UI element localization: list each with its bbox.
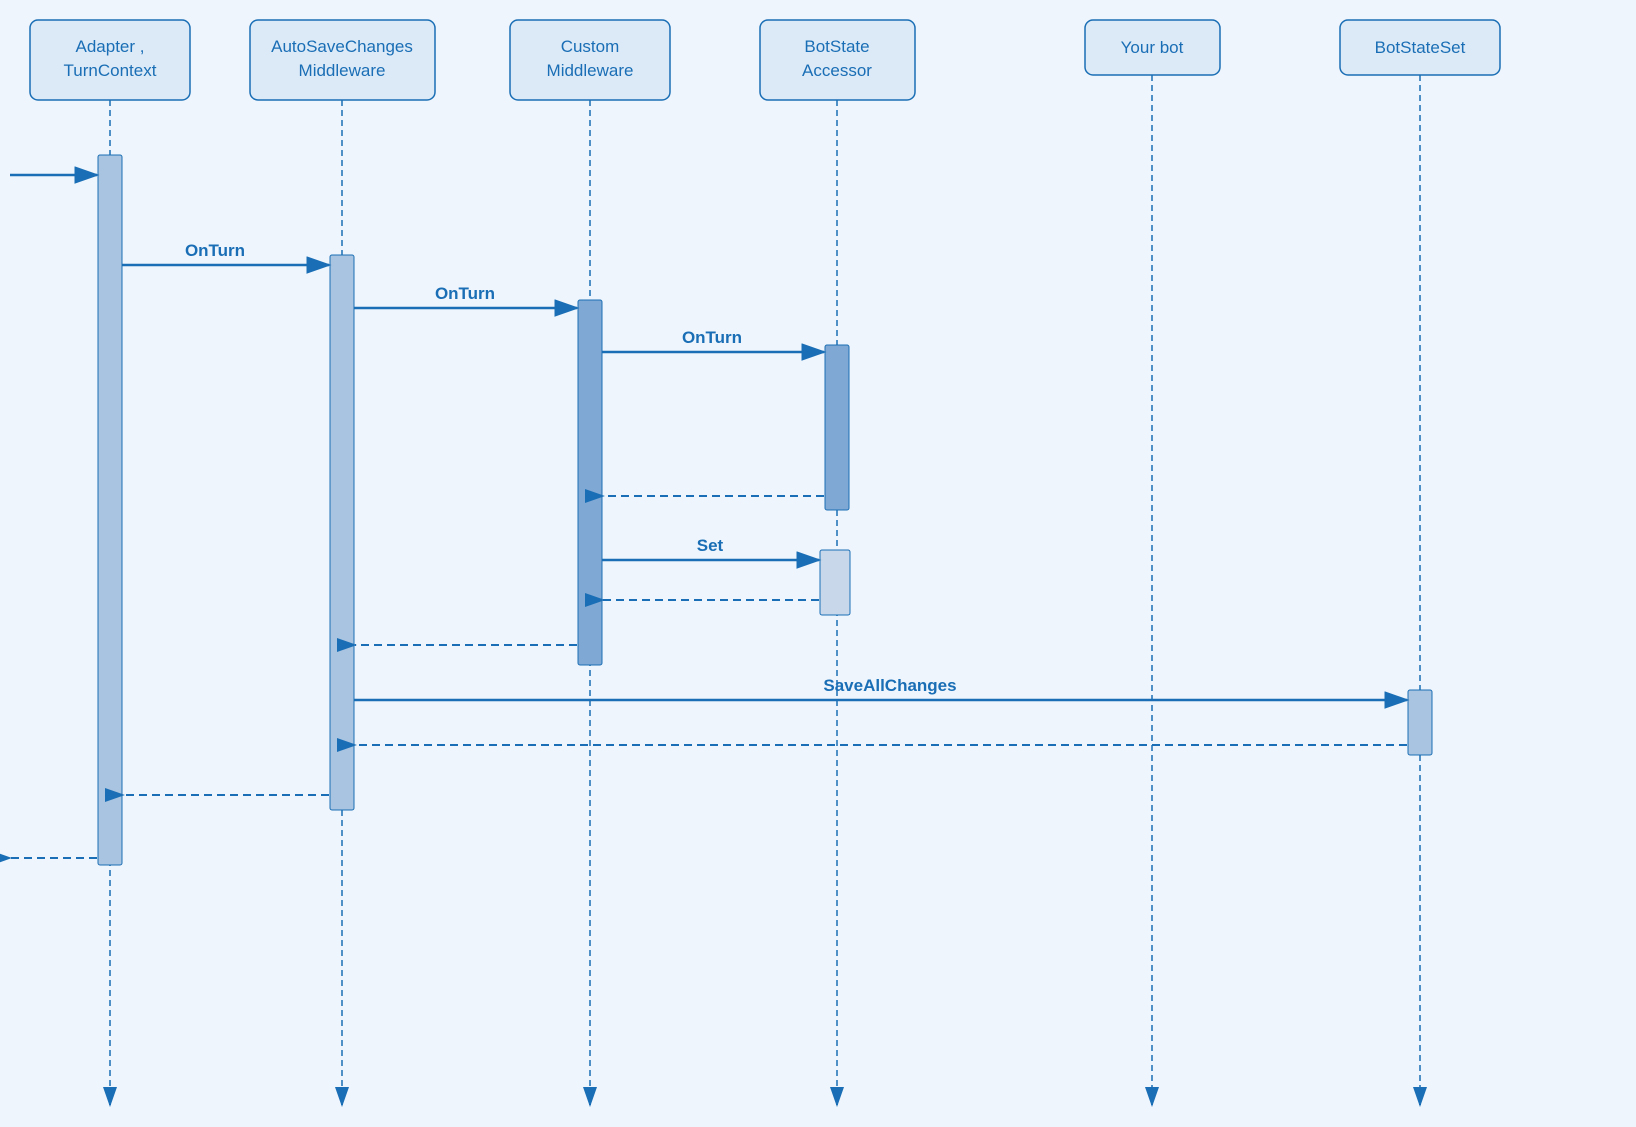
diagram-container: Adapter , TurnContext AutoSaveChanges Mi… [0,0,1636,1127]
svg-text:OnTurn: OnTurn [682,328,742,347]
svg-text:Middleware: Middleware [299,61,386,80]
svg-text:Custom: Custom [561,37,620,56]
svg-text:OnTurn: OnTurn [435,284,495,303]
svg-text:TurnContext: TurnContext [64,61,157,80]
svg-text:BotStateSet: BotStateSet [1375,38,1466,57]
sequence-diagram: Adapter , TurnContext AutoSaveChanges Mi… [0,0,1636,1127]
svg-text:BotState: BotState [804,37,869,56]
svg-text:Accessor: Accessor [802,61,872,80]
svg-text:Your bot: Your bot [1121,38,1184,57]
svg-text:Middleware: Middleware [547,61,634,80]
svg-text:Set: Set [697,536,724,555]
svg-text:Adapter ,: Adapter , [76,37,145,56]
svg-text:OnTurn: OnTurn [185,241,245,260]
svg-text:AutoSaveChanges: AutoSaveChanges [271,37,413,56]
svg-text:SaveAllChanges: SaveAllChanges [823,676,956,695]
